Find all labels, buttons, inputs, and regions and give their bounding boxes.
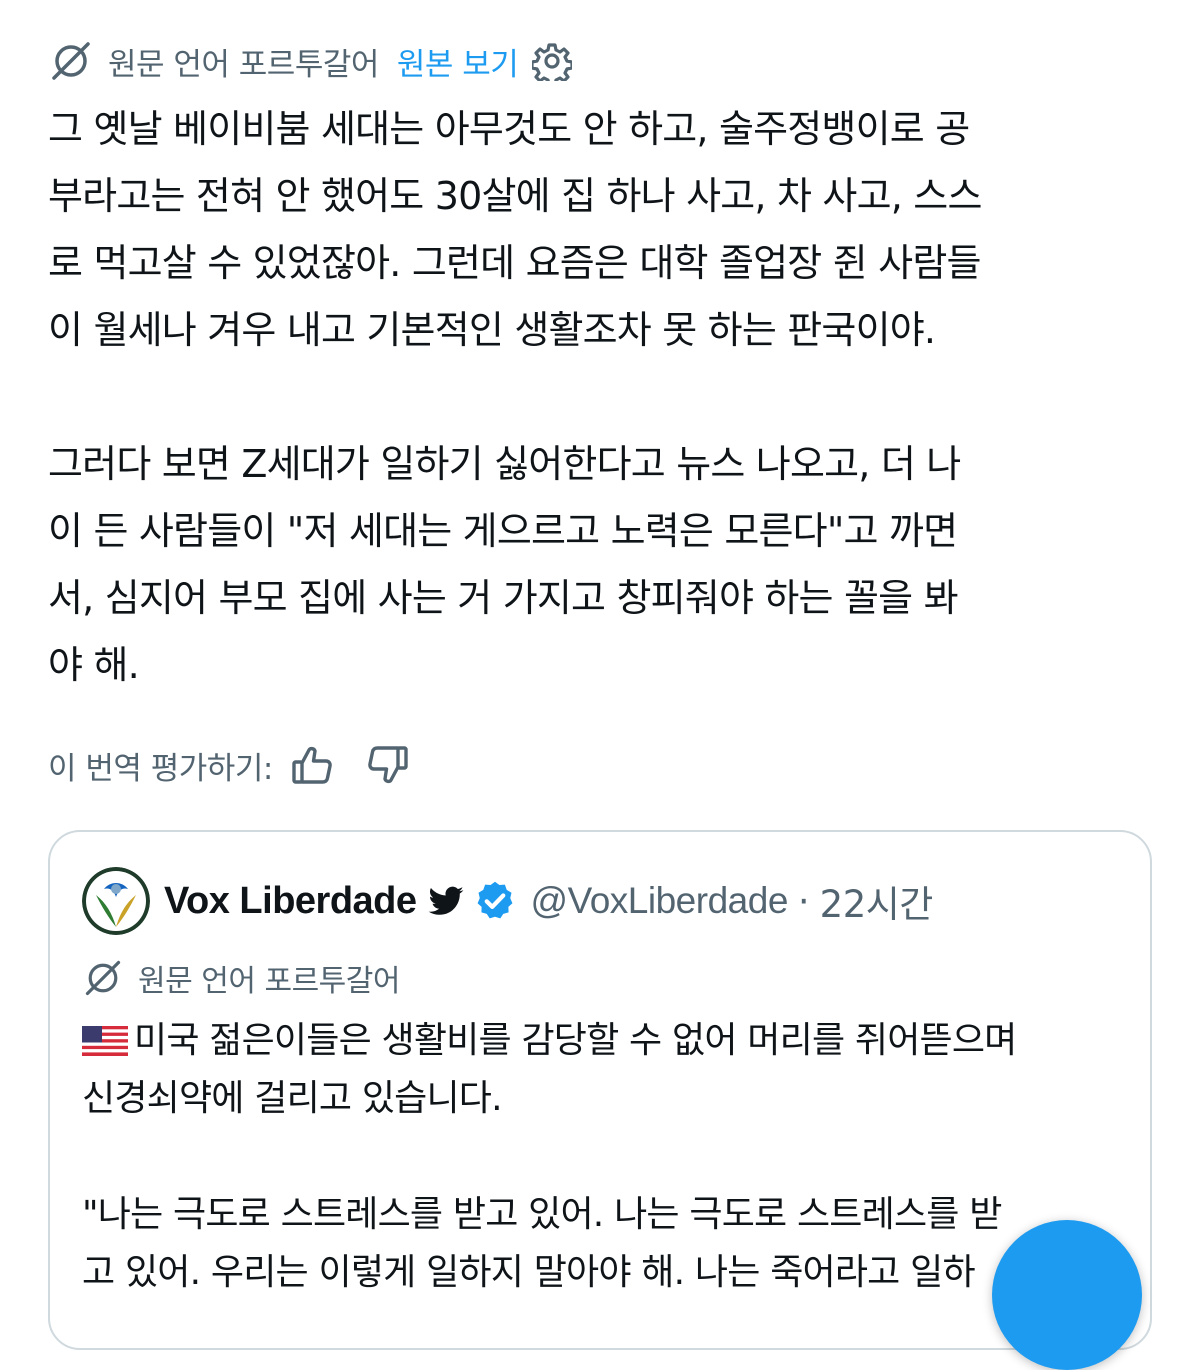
compose-fab[interactable] [992,1220,1142,1370]
quoted-tweet-text-continued: "나는 극도로 스트레스를 받고 있어. 나는 극도로 스트레스를 받 고 있어… [82,1194,1002,1293]
translation-source-label: 원문 언어 포르투갈어 [108,46,379,83]
quoted-tweet-header: Vox Liberdade @VoxLiberdade · 22시간 [82,866,933,936]
quoted-translation-bar: 원문 언어 포르투갈어 [82,956,400,1000]
us-flag-icon [82,1026,128,1056]
rate-translation-row: 이 번역 평가하기: [48,742,411,788]
twitter-bird-icon [428,886,463,915]
quoted-author-handle[interactable]: @VoxLiberdade [531,880,789,922]
avatar[interactable] [82,867,150,935]
quoted-translation-label: 원문 언어 포르투갈어 [138,964,400,999]
thumbs-down-icon[interactable] [365,742,411,788]
thumbs-up-icon[interactable] [289,742,335,788]
quoted-tweet-body: 미국 젊은이들은 생활비를 감당할 수 없어 머리를 쥐어뜯으며 신경쇠약에 걸… [82,1012,1132,1302]
translation-bar: 원문 언어 포르투갈어 원본 보기 [48,38,573,84]
header-separator: · [797,879,810,923]
quoted-tweet-text: 미국 젊은이들은 생활비를 감당할 수 없어 머리를 쥐어뜯으며 신경쇠약에 걸… [82,1020,1017,1119]
translate-icon [52,42,90,80]
rate-translation-label: 이 번역 평가하기: [48,750,273,787]
translate-icon [85,960,121,996]
quoted-tweet-time[interactable]: 22시간 [820,874,934,928]
quoted-author-name[interactable]: Vox Liberdade [164,880,417,923]
gear-icon[interactable] [532,41,573,81]
quoted-tweet-card[interactable]: Vox Liberdade @VoxLiberdade · 22시간 원문 언어… [48,830,1152,1350]
verified-badge-icon [477,881,512,919]
tweet-text: 그 옛날 베이비붐 세대는 아무것도 안 하고, 술주정뱅이로 공 부라고는 전… [48,107,982,687]
view-original-link[interactable]: 원본 보기 [397,39,519,84]
